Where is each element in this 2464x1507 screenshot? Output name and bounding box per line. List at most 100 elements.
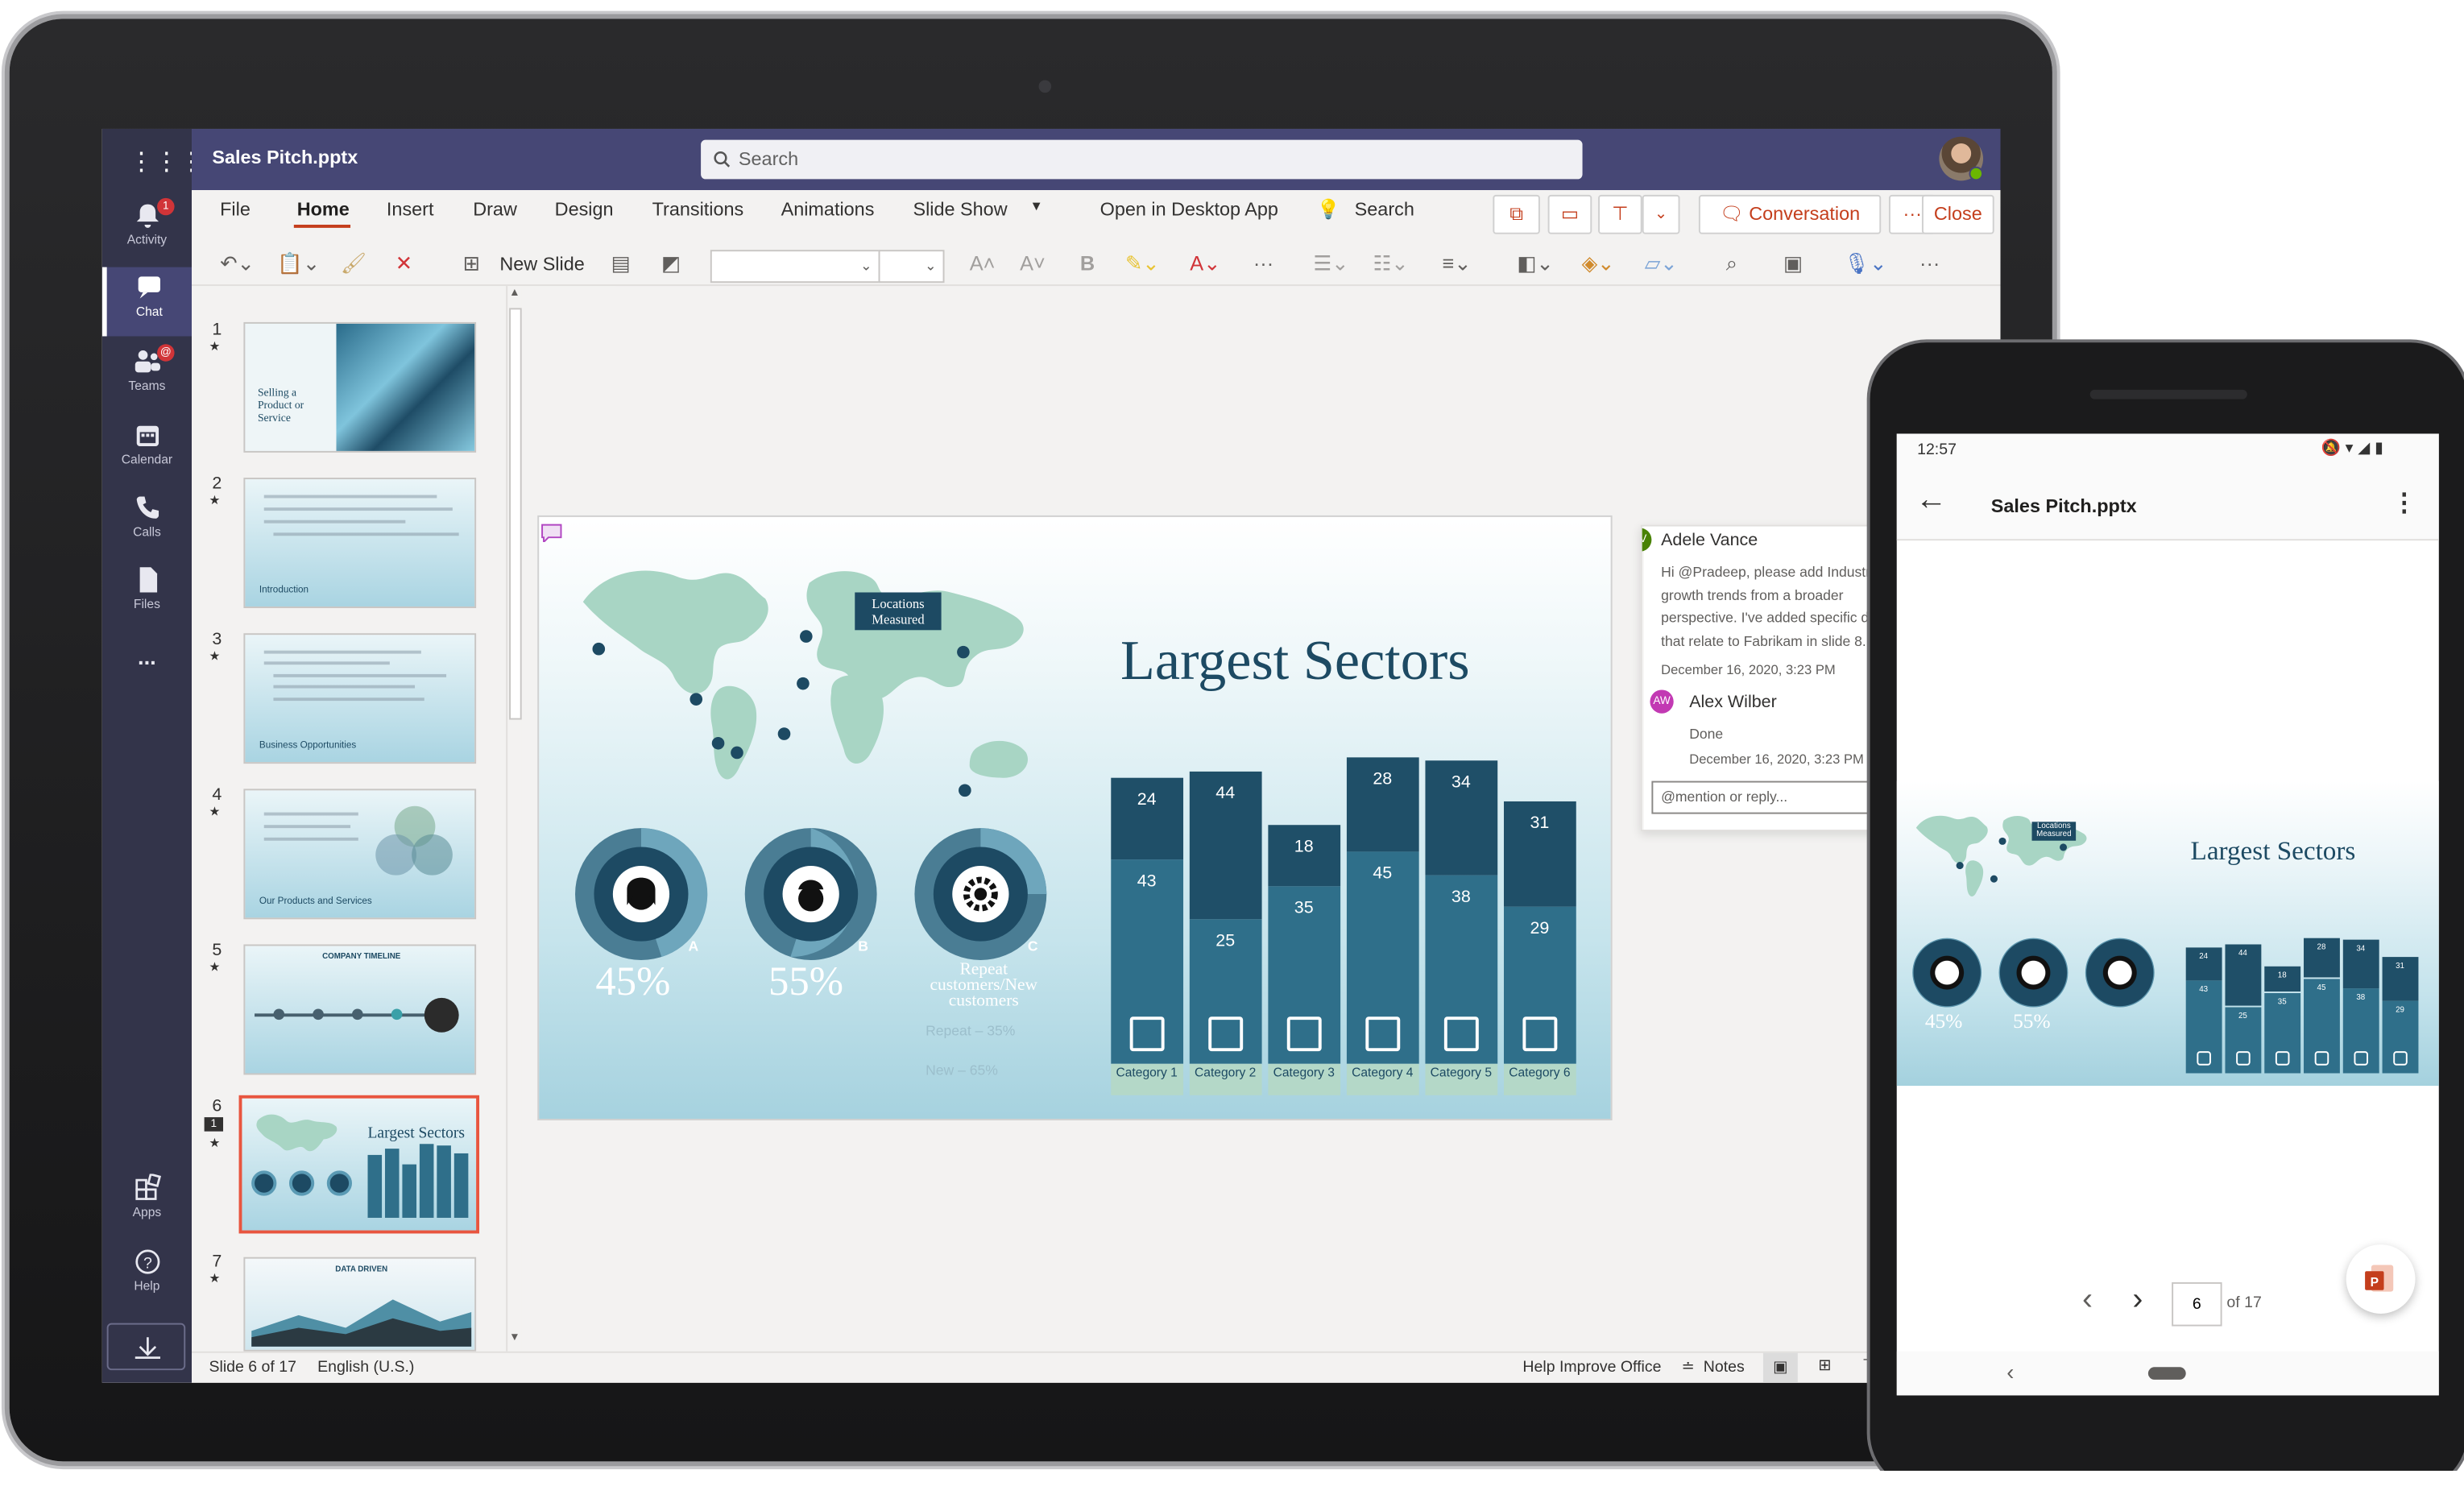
language-indicator[interactable]: English (U.S.) <box>317 1360 414 1377</box>
undo-icon[interactable]: ↶⌄ <box>215 250 259 278</box>
tab-slide-show[interactable]: Slide Show <box>913 198 1007 220</box>
bar-value-top: 31 <box>1530 814 1550 833</box>
highlight-icon[interactable]: ✎⌄ <box>1124 250 1162 278</box>
tab-insert[interactable]: Insert <box>387 198 434 220</box>
download-app-button[interactable] <box>106 1323 186 1371</box>
font-color-icon[interactable]: A⌄ <box>1186 250 1224 278</box>
slide-comment-marker-icon[interactable] <box>540 522 562 544</box>
rail-item-help[interactable]: ? Help <box>102 1241 192 1310</box>
close-button[interactable]: Close <box>1921 194 1994 234</box>
phone-donut-percent: 55% <box>2013 1008 2051 1033</box>
scrollbar-thumb[interactable] <box>509 308 522 720</box>
phone-status-bar: 12:57 🔕▾◢▮ <box>1896 433 2439 469</box>
rail-item-teams[interactable]: @ Teams <box>102 341 192 410</box>
toolbar-more-icon[interactable]: ··· <box>1915 250 1944 278</box>
bar-category-label: Category 5 <box>1425 1063 1497 1095</box>
ribbon-overflow-chevron-icon[interactable]: ▾ <box>1033 198 1041 215</box>
designer-icon[interactable]: ▣ <box>1777 250 1808 278</box>
thumbnail-7[interactable]: DATA DRIVEN <box>243 1257 477 1352</box>
thumb-map-icon <box>256 1114 338 1152</box>
tab-home[interactable]: Home <box>297 198 350 220</box>
rail-item-activity[interactable]: 1 Activity <box>102 195 192 264</box>
phone-slide[interactable]: Locations Measured Largest Sectors 45% 5… <box>1896 780 2439 1087</box>
scroll-down-icon[interactable]: ▼ <box>509 1332 520 1343</box>
tab-transitions[interactable]: Transitions <box>652 198 744 220</box>
rail-item-calls[interactable]: Calls <box>102 487 192 557</box>
font-size-select[interactable]: ⌄ <box>878 250 945 284</box>
shape-fill-icon[interactable]: ◈⌄ <box>1576 250 1621 278</box>
present-chevron-icon[interactable]: ⌄ <box>1642 194 1680 234</box>
paste-icon[interactable]: 📋⌄ <box>275 250 322 278</box>
back-arrow-icon[interactable]: ← <box>1915 482 1947 519</box>
rail-item-files[interactable]: Files <box>102 560 192 629</box>
more-font-icon[interactable]: ··· <box>1249 250 1278 278</box>
thumb-bar <box>402 1164 416 1218</box>
dictate-icon[interactable]: 🎙⌄ <box>1843 250 1887 278</box>
find-icon[interactable]: ⌕ <box>1717 250 1746 278</box>
bold-icon[interactable]: B <box>1076 250 1098 278</box>
android-back-icon[interactable]: ‹ <box>2006 1360 2014 1385</box>
app-launcher-icon[interactable]: ⋮⋮⋮ <box>129 144 205 182</box>
delete-icon[interactable]: ✕ <box>388 250 420 278</box>
phone-screen: 12:57 🔕▾◢▮ ← Sales Pitch.pptx ⋮ Location… <box>1896 433 2439 1396</box>
thumbnail-3[interactable]: Business Opportunities <box>243 633 477 764</box>
bar-value-top: 44 <box>1215 783 1236 803</box>
shape-outline-icon[interactable]: ▱⌄ <box>1639 250 1683 278</box>
help-improve-office-link[interactable]: Help Improve Office <box>1522 1360 1661 1377</box>
shrink-font-icon[interactable]: A˅ <box>1020 250 1046 278</box>
tab-animations[interactable]: Animations <box>781 198 875 220</box>
notes-button[interactable]: Notes <box>1704 1360 1745 1377</box>
font-family-select[interactable]: ⌄ <box>710 250 880 284</box>
scroll-up-icon[interactable]: ▲ <box>509 288 520 299</box>
powerpoint-icon: P <box>2365 1265 2394 1292</box>
new-slide-icon[interactable]: ⊞ <box>456 250 487 278</box>
new-slide-button[interactable]: New Slide <box>495 250 590 278</box>
rail-item-apps[interactable]: Apps <box>102 1168 192 1237</box>
thumb-bar <box>384 1149 400 1218</box>
present-icon[interactable]: ⊤ <box>1598 194 1642 234</box>
comment-icon[interactable]: ▭ <box>1547 194 1592 234</box>
slide-canvas[interactable]: Locations Measured Largest Sectors A 45%… <box>537 515 1613 1120</box>
layout-icon[interactable]: ▤ <box>605 250 636 278</box>
rail-item-chat[interactable]: Chat <box>101 267 193 337</box>
conversation-button[interactable]: 🗨 Conversation <box>1698 194 1882 234</box>
thumbnail-2[interactable]: Introduction <box>243 478 477 608</box>
search-icon <box>714 151 731 168</box>
tab-draw[interactable]: Draw <box>473 198 517 220</box>
page-number-input[interactable]: 6 <box>2172 1281 2222 1327</box>
next-page-icon[interactable]: › <box>2132 1282 2143 1319</box>
share-link-icon[interactable]: ⧉ <box>1493 194 1540 234</box>
background-icon[interactable]: ◩ <box>656 250 687 278</box>
avatar[interactable] <box>1939 136 1984 181</box>
normal-view-button[interactable]: ▣ <box>1762 1352 1798 1383</box>
bar-value-top: 31 <box>2396 961 2404 971</box>
map-label: Locations Measured <box>855 592 942 631</box>
format-painter-icon[interactable]: 🖌 <box>338 250 369 278</box>
grow-font-icon[interactable]: A˄ <box>970 250 996 278</box>
slide-counter: Slide 6 of 17 <box>209 1359 296 1377</box>
search-input[interactable]: Search <box>701 139 1583 180</box>
numbering-icon[interactable]: ☷⌄ <box>1372 250 1410 278</box>
notes-icon[interactable]: ≐ <box>1681 1360 1694 1377</box>
shapes-icon[interactable]: ◧⌄ <box>1514 250 1558 278</box>
rail-item-calendar[interactable]: Calendar <box>102 415 192 484</box>
thumbnail-6[interactable]: Largest Sectors <box>238 1095 480 1234</box>
overflow-menu-icon[interactable]: ⋮ <box>2392 487 2416 519</box>
thumbnail-1[interactable]: Selling a Product or Service <box>243 321 477 453</box>
bullets-icon[interactable]: ☰⌄ <box>1312 250 1350 278</box>
tab-file[interactable]: File <box>220 198 251 220</box>
thumbnail-5[interactable]: COMPANY TIMELINE <box>243 944 477 1075</box>
android-home-pill[interactable] <box>2147 1367 2186 1380</box>
ribbon-search-button[interactable]: Search <box>1355 198 1414 220</box>
prev-page-icon[interactable]: ‹ <box>2082 1282 2093 1319</box>
thumbnail-scrollbar[interactable]: ▲ ▼ <box>506 286 522 1352</box>
open-in-powerpoint-button[interactable]: P <box>2346 1244 2416 1314</box>
thumbnail-4[interactable]: Our Products and Services <box>243 789 477 920</box>
tab-design[interactable]: Design <box>555 198 614 220</box>
slide-sorter-icon[interactable]: ⊞ <box>1818 1358 1831 1375</box>
align-icon[interactable]: ≡⌄ <box>1435 250 1479 278</box>
trash-icon <box>1365 1016 1400 1052</box>
more-apps-icon[interactable]: ... <box>102 644 192 669</box>
open-desktop-app-button[interactable]: Open in Desktop App <box>1100 198 1278 220</box>
bar-value-top: 34 <box>1451 773 1471 793</box>
